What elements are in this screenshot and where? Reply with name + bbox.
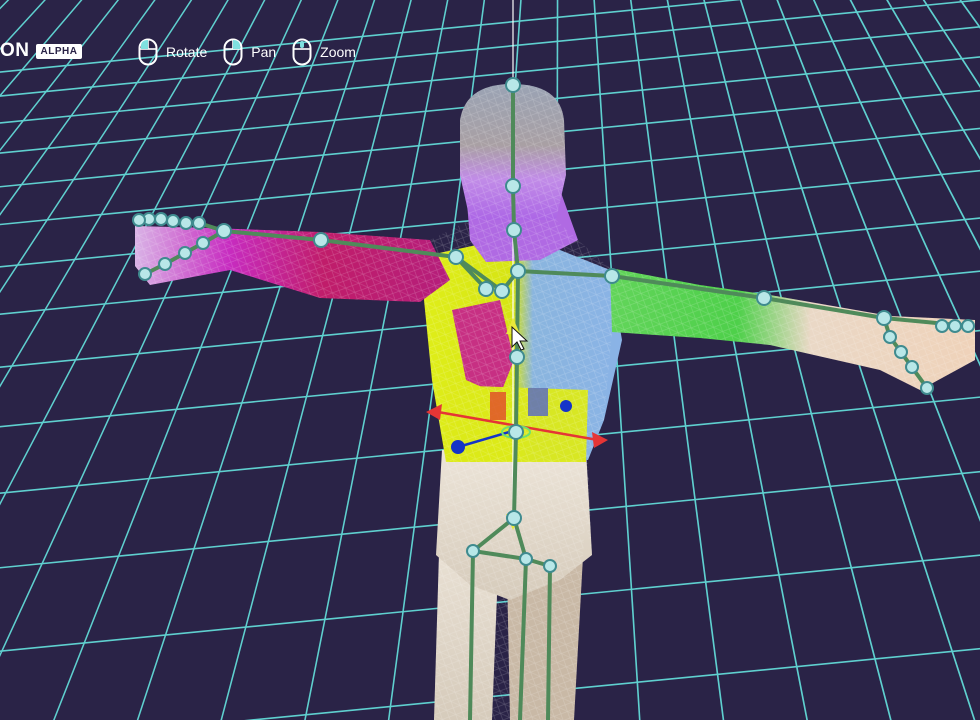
joint-rh2[interactable] (894, 345, 908, 359)
joint-rhip[interactable] (519, 552, 533, 566)
joint-lclav2[interactable] (478, 281, 494, 297)
gizmo-handle-z-back[interactable] (560, 400, 572, 412)
joint-spine[interactable] (510, 263, 526, 279)
joint-lsh[interactable] (448, 249, 464, 265)
joint-lf4[interactable] (154, 212, 168, 226)
joint-lh4[interactable] (138, 267, 152, 281)
joint-rwri[interactable] (876, 310, 892, 326)
joint-lf3[interactable] (166, 214, 180, 228)
joint-spine2[interactable] (509, 349, 525, 365)
joint-relb[interactable] (756, 290, 772, 306)
joint-hips[interactable] (508, 424, 524, 440)
3d-viewport[interactable] (0, 0, 980, 720)
app-root: ON ALPHA Rotate Pan Zoom (0, 0, 980, 720)
joint-rf1[interactable] (935, 319, 949, 333)
joint-lwri[interactable] (216, 223, 232, 239)
pan-control[interactable]: Pan (223, 38, 276, 66)
joint-head[interactable] (505, 77, 521, 93)
pan-label: Pan (251, 44, 277, 60)
app-logo[interactable]: ON ALPHA (0, 40, 83, 62)
zoom-label: Zoom (320, 44, 356, 60)
gizmo-plane-xy[interactable] (490, 392, 506, 420)
joint-lhip[interactable] (466, 544, 480, 558)
joint-rh4[interactable] (920, 381, 934, 395)
rotate-label: Rotate (166, 44, 208, 60)
joint-root[interactable] (506, 510, 522, 526)
joint-lh3[interactable] (158, 257, 172, 271)
bone-spine2-hips[interactable] (514, 355, 519, 434)
gizmo-handle-z[interactable] (451, 440, 465, 454)
joint-rhip2[interactable] (543, 559, 557, 573)
alpha-badge: ALPHA (35, 43, 83, 59)
gizmo-plane-yz[interactable] (528, 388, 548, 416)
joint-rh3[interactable] (905, 360, 919, 374)
zoom-control[interactable]: Zoom (292, 38, 356, 66)
logo-text: ON (0, 40, 30, 61)
joint-rh1[interactable] (883, 330, 897, 344)
joint-lelb[interactable] (313, 232, 329, 248)
joint-chest[interactable] (506, 222, 522, 238)
joint-lh1[interactable] (196, 236, 210, 250)
joint-rf2[interactable] (948, 319, 962, 333)
joint-rf3[interactable] (961, 319, 975, 333)
joint-lh2[interactable] (178, 246, 192, 260)
rotate-control[interactable]: Rotate (138, 38, 207, 66)
joint-neck[interactable] (505, 178, 521, 194)
joint-rsh[interactable] (604, 268, 620, 284)
joint-lf2[interactable] (179, 216, 193, 230)
joint-lclav[interactable] (494, 283, 510, 299)
mouse-right-icon (223, 38, 243, 66)
bone-rhip2-rknee[interactable] (546, 564, 552, 720)
joint-lf6[interactable] (132, 213, 146, 227)
mouse-left-icon (138, 38, 158, 66)
camera-controls-legend: Rotate Pan Zoom (138, 38, 356, 66)
bone-hips-root[interactable] (512, 430, 518, 520)
mouse-wheel-icon (292, 38, 312, 66)
joint-lf1[interactable] (192, 216, 206, 230)
